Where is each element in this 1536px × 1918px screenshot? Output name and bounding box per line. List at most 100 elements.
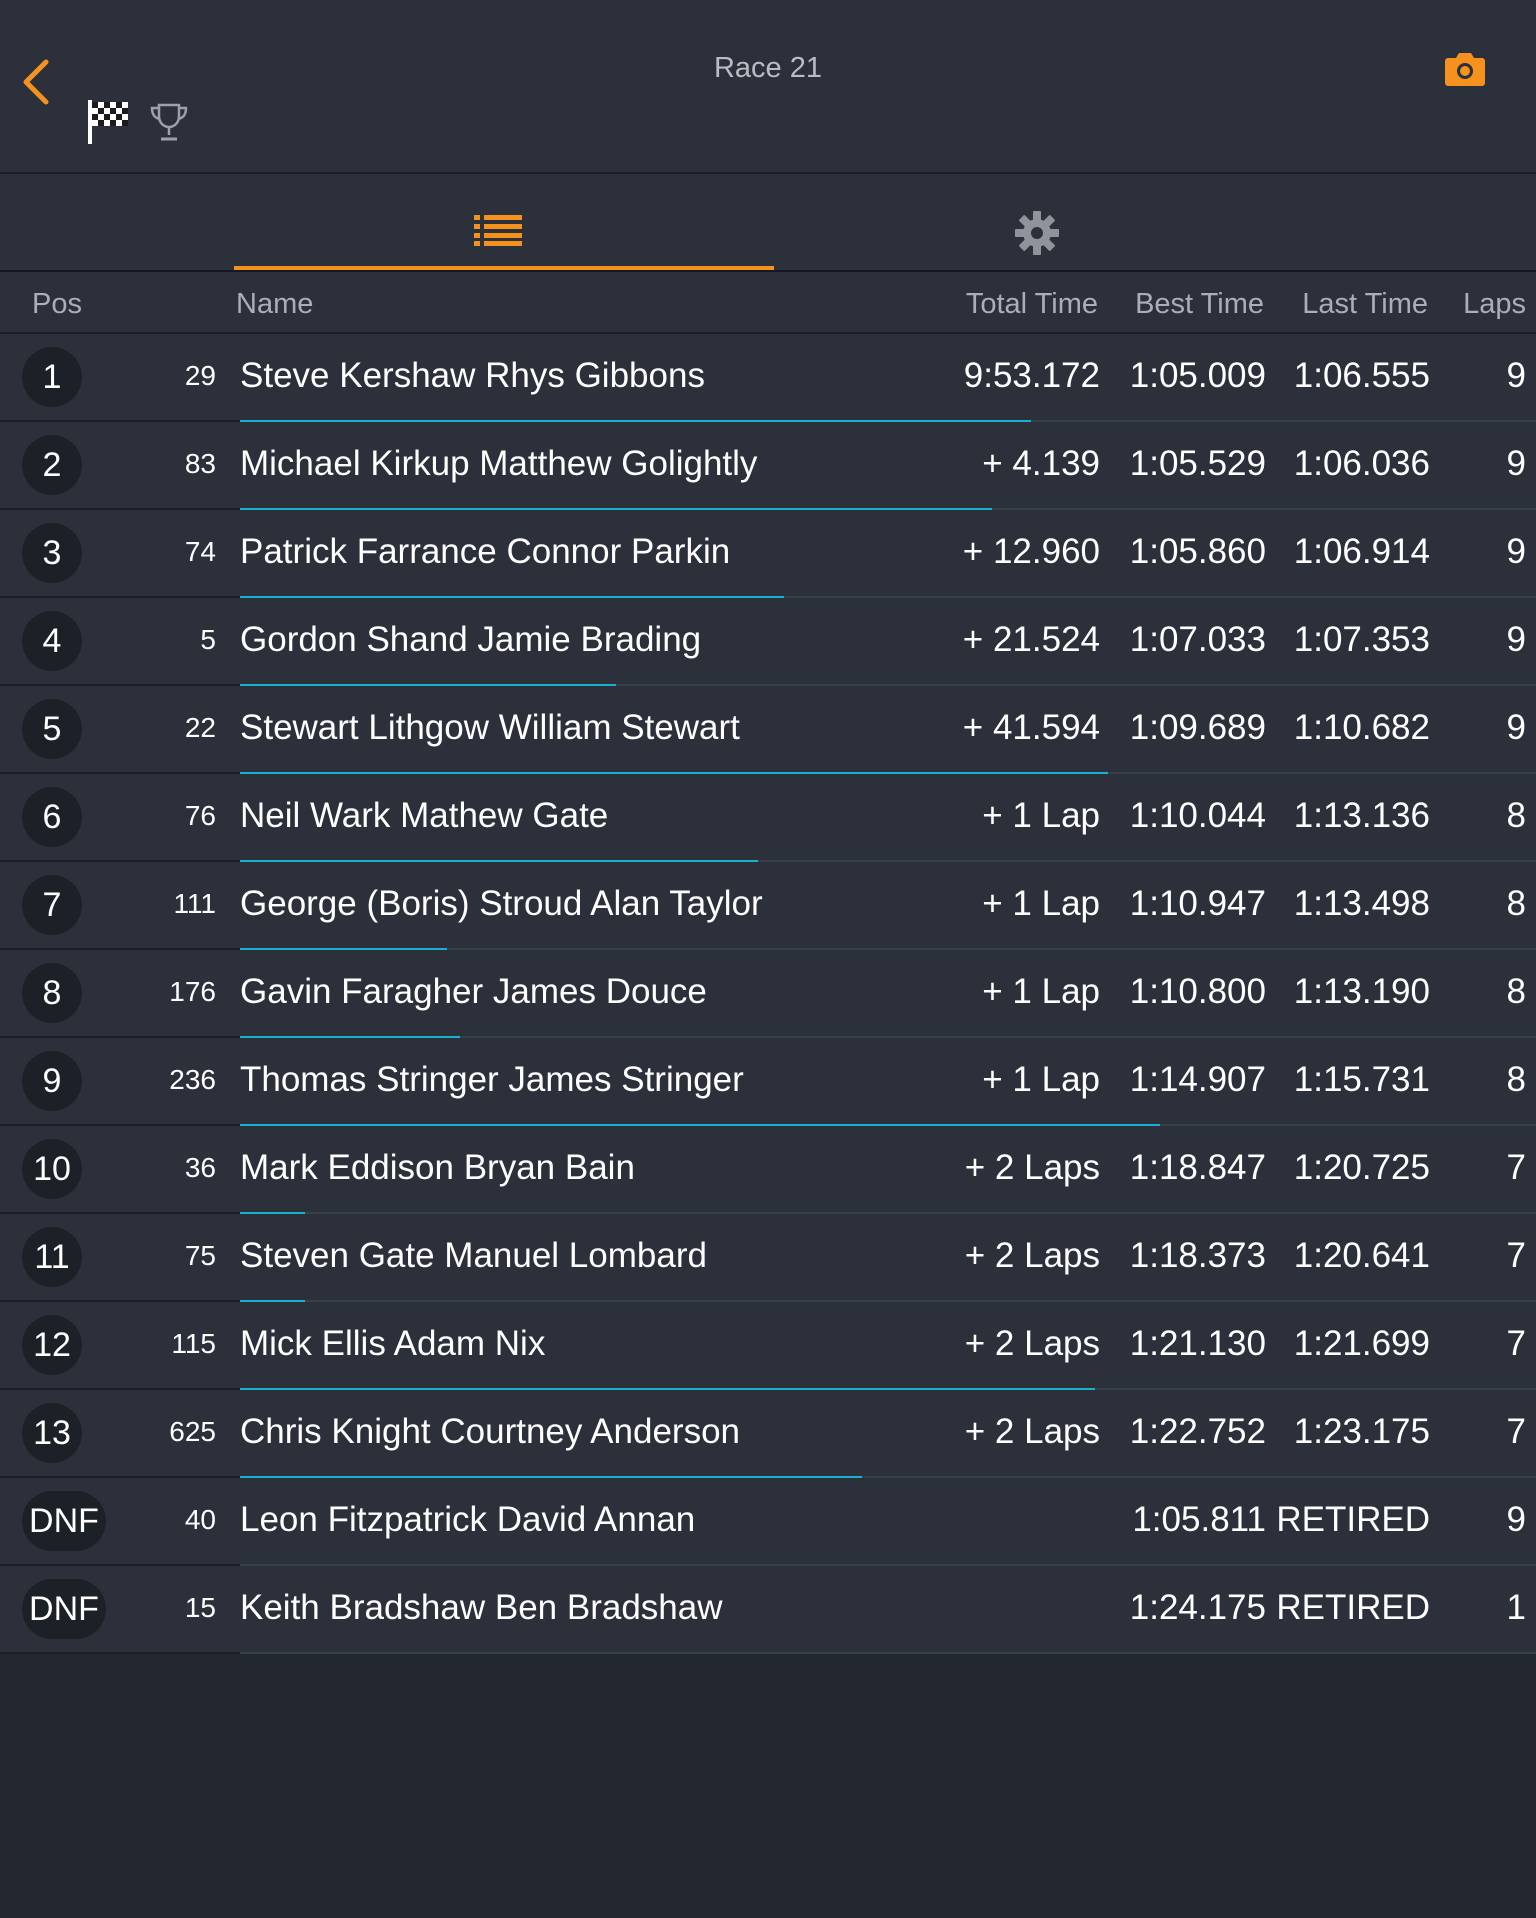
best-time: 1:05.529 xyxy=(1129,444,1266,483)
table-row[interactable]: 9 236 Thomas Stringer James Stringer + 1 La… xyxy=(0,1038,1536,1126)
best-time: 1:21.130 xyxy=(1129,1324,1266,1363)
table-row[interactable]: 7 111 George (Boris) Stroud Alan Taylor + 1… xyxy=(0,862,1536,950)
car-number: 40 xyxy=(184,1504,216,1535)
position-badge: 13 xyxy=(22,1403,82,1463)
total-time: + 4.139 xyxy=(982,444,1100,483)
progress-bar xyxy=(240,1124,1160,1126)
driver-names: Michael Kirkup Matthew Golightly xyxy=(240,444,758,483)
best-time: 1:10.947 xyxy=(1129,884,1266,923)
last-time: 1:20.725 xyxy=(1293,1148,1430,1187)
progress-bar xyxy=(240,948,447,950)
trophy-icon[interactable] xyxy=(148,102,190,144)
lap-count: 9 xyxy=(1506,708,1526,747)
table-row[interactable]: 3 74 Patrick Farrance Connor Parkin + 12.96… xyxy=(0,510,1536,598)
lap-count: 7 xyxy=(1506,1148,1526,1187)
best-time: 1:18.847 xyxy=(1129,1148,1266,1187)
driver-names: Stewart Lithgow William Stewart xyxy=(240,708,740,747)
driver-names: Mick Ellis Adam Nix xyxy=(240,1324,546,1363)
camera-icon[interactable] xyxy=(1444,50,1486,88)
table-row[interactable]: 12 115 Mick Ellis Adam Nix + 2 Laps 1:21.130… xyxy=(0,1302,1536,1390)
car-number: 29 xyxy=(184,360,216,391)
last-time: RETIRED xyxy=(1276,1588,1430,1627)
lap-count: 9 xyxy=(1506,1500,1526,1539)
total-time: + 21.524 xyxy=(962,620,1100,659)
position-badge: 9 xyxy=(22,1051,82,1111)
table-row[interactable]: 10 36 Mark Eddison Bryan Bain + 2 Laps 1:18.… xyxy=(0,1126,1536,1214)
progress-bar xyxy=(240,684,616,686)
best-time: 1:14.907 xyxy=(1129,1060,1266,1099)
progress-bar xyxy=(240,596,784,598)
total-time: + 41.594 xyxy=(962,708,1100,747)
total-time: + 1 Lap xyxy=(982,796,1100,835)
table-row[interactable]: 2 83 Michael Kirkup Matthew Golightly + 4.1… xyxy=(0,422,1536,510)
car-number: 625 xyxy=(169,1416,216,1447)
car-number: 83 xyxy=(184,448,216,479)
table-row[interactable]: 8 176 Gavin Faragher James Douce + 1 Lap 1:1… xyxy=(0,950,1536,1038)
car-number: 74 xyxy=(184,536,216,567)
position-badge: 4 xyxy=(22,611,82,671)
position-badge: 1 xyxy=(22,347,82,407)
progress-bar xyxy=(240,1476,862,1478)
total-time: + 2 Laps xyxy=(964,1236,1100,1275)
best-time: 1:24.175 xyxy=(1129,1588,1266,1627)
last-time: 1:13.190 xyxy=(1293,972,1430,1011)
total-time: + 2 Laps xyxy=(964,1148,1100,1187)
table-row[interactable]: DNF 15 Keith Bradshaw Ben Bradshaw 1:24.175… xyxy=(0,1566,1536,1654)
lap-count: 8 xyxy=(1506,796,1526,835)
last-time: 1:06.036 xyxy=(1293,444,1430,483)
progress-bar xyxy=(240,1036,460,1038)
tab-settings[interactable] xyxy=(774,174,1314,270)
last-time: 1:15.731 xyxy=(1293,1060,1430,1099)
results-list: 1 29 Steve Kershaw Rhys Gibbons 9:53.172 1:0… xyxy=(0,334,1536,1654)
driver-names: Gavin Faragher James Douce xyxy=(240,972,707,1011)
lap-count: 8 xyxy=(1506,972,1526,1011)
nav-header: Race 21 xyxy=(0,0,1536,174)
lap-count: 9 xyxy=(1506,356,1526,395)
active-tab-indicator xyxy=(234,266,774,270)
progress-bar xyxy=(240,420,1031,422)
col-pos[interactable]: Pos xyxy=(32,288,82,321)
col-name[interactable]: Name xyxy=(236,288,313,321)
table-row[interactable]: DNF 40 Leon Fitzpatrick David Annan 1:05.81… xyxy=(0,1478,1536,1566)
table-row[interactable]: 4 5 Gordon Shand Jamie Brading + 21.524 1:07… xyxy=(0,598,1536,686)
car-number: 76 xyxy=(184,800,216,831)
car-number: 176 xyxy=(169,976,216,1007)
row-divider xyxy=(240,1652,1536,1654)
car-number: 236 xyxy=(169,1064,216,1095)
progress-bar xyxy=(240,772,1108,774)
last-time: 1:06.555 xyxy=(1293,356,1430,395)
driver-names: Mark Eddison Bryan Bain xyxy=(240,1148,635,1187)
col-total-time[interactable]: Total Time xyxy=(966,288,1098,321)
position-badge: 12 xyxy=(22,1315,82,1375)
lap-count: 8 xyxy=(1506,884,1526,923)
best-time: 1:09.689 xyxy=(1129,708,1266,747)
total-time: 9:53.172 xyxy=(963,356,1100,395)
gear-icon xyxy=(1015,211,1059,255)
progress-bar xyxy=(240,508,992,510)
position-badge: 2 xyxy=(22,435,82,495)
table-row[interactable]: 13 625 Chris Knight Courtney Anderson + 2 L… xyxy=(0,1390,1536,1478)
lap-count: 7 xyxy=(1506,1236,1526,1275)
progress-bar xyxy=(240,1212,305,1214)
col-best-time[interactable]: Best Time xyxy=(1135,288,1264,321)
table-row[interactable]: 6 76 Neil Wark Mathew Gate + 1 Lap 1:10.044 1… xyxy=(0,774,1536,862)
position-badge: 11 xyxy=(22,1227,82,1287)
lap-count: 7 xyxy=(1506,1324,1526,1363)
best-time: 1:05.811 xyxy=(1132,1500,1266,1539)
lap-count: 1 xyxy=(1506,1588,1526,1627)
table-row[interactable]: 5 22 Stewart Lithgow William Stewart + 41.5… xyxy=(0,686,1536,774)
last-time: RETIRED xyxy=(1276,1500,1430,1539)
last-time: 1:13.498 xyxy=(1293,884,1430,923)
driver-names: Patrick Farrance Connor Parkin xyxy=(240,532,731,571)
checkered-flag-icon[interactable] xyxy=(86,98,132,146)
position-badge: 6 xyxy=(22,787,82,847)
table-row[interactable]: 1 29 Steve Kershaw Rhys Gibbons 9:53.172 1:0… xyxy=(0,334,1536,422)
best-time: 1:22.752 xyxy=(1129,1412,1266,1451)
last-time: 1:20.641 xyxy=(1293,1236,1430,1275)
table-row[interactable]: 11 75 Steven Gate Manuel Lombard + 2 Laps 1:… xyxy=(0,1214,1536,1302)
tab-results-list[interactable] xyxy=(234,174,774,270)
col-laps[interactable]: Laps xyxy=(1463,288,1526,321)
col-last-time[interactable]: Last Time xyxy=(1302,288,1428,321)
lap-count: 9 xyxy=(1506,620,1526,659)
best-time: 1:05.009 xyxy=(1129,356,1266,395)
